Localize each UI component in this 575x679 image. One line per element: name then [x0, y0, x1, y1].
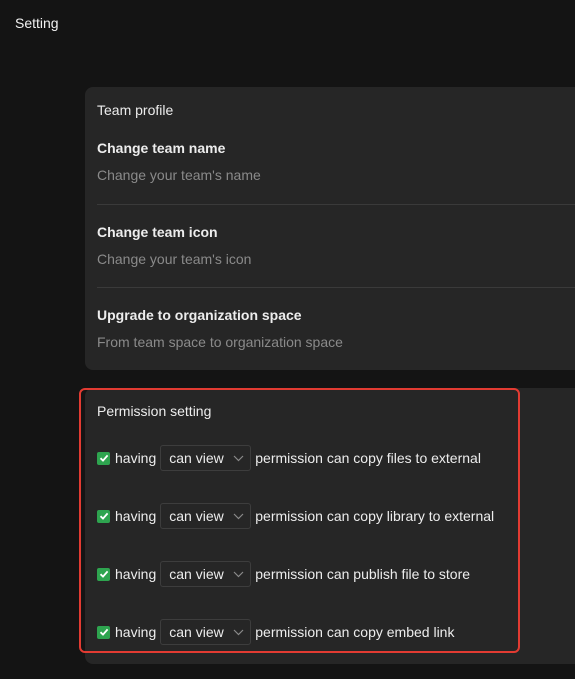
chevron-down-icon [233, 629, 244, 636]
change-team-icon-title: Change team icon [97, 224, 218, 240]
permission-checkbox[interactable] [97, 625, 110, 639]
change-team-icon-description: Change your team's icon [97, 251, 252, 267]
team-profile-title: Team profile [97, 102, 174, 118]
permission-level-select[interactable]: can view [160, 503, 252, 529]
permission-description: permission can copy files to external [255, 450, 481, 466]
permission-prefix: having [115, 624, 157, 640]
select-value: can view [169, 508, 224, 524]
permission-prefix: having [115, 566, 157, 582]
upgrade-organization-description: From team space to organization space [97, 334, 343, 350]
checkmark-icon [99, 570, 108, 578]
permission-row-copy-embed-link: having can view permission can copy embe… [97, 618, 454, 646]
select-value: can view [169, 624, 224, 640]
upgrade-organization-title: Upgrade to organization space [97, 307, 302, 323]
permission-checkbox[interactable] [97, 509, 110, 523]
permission-level-select[interactable]: can view [160, 445, 252, 471]
change-team-name-description: Change your team's name [97, 167, 261, 183]
permission-checkbox[interactable] [97, 451, 110, 465]
page-title: Setting [15, 15, 59, 31]
change-team-name-item[interactable]: Change team name Change your team's name [97, 140, 575, 183]
chevron-down-icon [233, 513, 244, 520]
change-team-name-title: Change team name [97, 140, 226, 156]
select-value: can view [169, 566, 224, 582]
permission-level-select[interactable]: can view [160, 619, 252, 645]
chevron-down-icon [233, 571, 244, 578]
select-value: can view [169, 450, 224, 466]
permission-prefix: having [115, 450, 157, 466]
chevron-down-icon [233, 455, 244, 462]
permission-row-copy-files: having can view permission can copy file… [97, 444, 481, 472]
permission-row-publish-file: having can view permission can publish f… [97, 560, 470, 588]
permission-row-copy-library: having can view permission can copy libr… [97, 502, 494, 530]
divider [97, 287, 575, 288]
divider [97, 204, 575, 205]
permission-description: permission can publish file to store [255, 566, 471, 582]
permission-description: permission can copy embed link [255, 624, 455, 640]
settings-page: Setting Team profile Change team name Ch… [0, 0, 575, 679]
checkmark-icon [99, 628, 108, 636]
checkmark-icon [99, 512, 108, 520]
permission-setting-card: Permission setting having can view permi… [85, 388, 575, 664]
permission-checkbox[interactable] [97, 567, 110, 581]
checkmark-icon [99, 454, 108, 462]
permission-setting-title: Permission setting [97, 403, 212, 419]
upgrade-organization-item[interactable]: Upgrade to organization space From team … [97, 307, 575, 350]
change-team-icon-item[interactable]: Change team icon Change your team's icon [97, 224, 575, 267]
permission-description: permission can copy library to external [255, 508, 495, 524]
permission-level-select[interactable]: can view [160, 561, 252, 587]
team-profile-card: Team profile Change team name Change you… [85, 87, 575, 370]
permission-prefix: having [115, 508, 157, 524]
